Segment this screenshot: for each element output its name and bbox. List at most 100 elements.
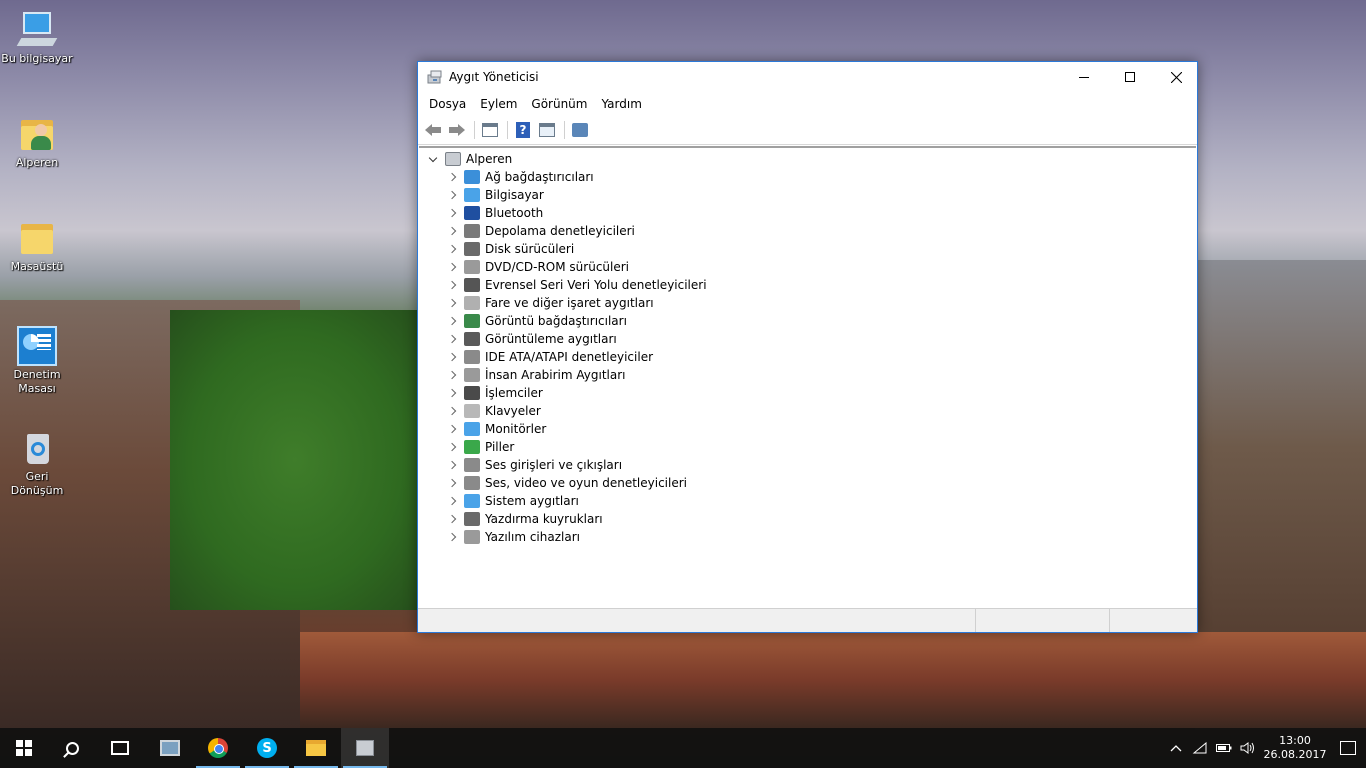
chevron-right-icon[interactable] — [446, 261, 458, 273]
search-icon — [65, 741, 79, 755]
tree-category-row[interactable]: IDE ATA/ATAPI denetleyiciler — [419, 348, 1196, 366]
properties-button[interactable] — [536, 119, 558, 141]
menu-action[interactable]: Eylem — [473, 97, 524, 111]
desktop-icon-control-panel[interactable]: Denetim Masası — [0, 326, 74, 396]
device-tree[interactable]: Alperen Ağ bağdaştırıcıları Bilgisayar Blu… — [419, 146, 1196, 606]
device-category-icon — [464, 386, 480, 400]
tree-category-row[interactable]: Görüntüleme aygıtları — [419, 330, 1196, 348]
device-category-icon — [464, 494, 480, 508]
tree-category-row[interactable]: Monitörler — [419, 420, 1196, 438]
tree-category-row[interactable]: Disk sürücüleri — [419, 240, 1196, 258]
tree-category-row[interactable]: İşlemciler — [419, 384, 1196, 402]
tree-category-row[interactable]: Sistem aygıtları — [419, 492, 1196, 510]
chevron-right-icon[interactable] — [446, 513, 458, 525]
chevron-right-icon[interactable] — [446, 405, 458, 417]
device-category-icon — [464, 278, 480, 292]
tree-category-label: Ses, video ve oyun denetleyicileri — [485, 476, 688, 490]
chevron-right-icon[interactable] — [446, 531, 458, 543]
device-category-icon — [464, 224, 480, 238]
minimize-button[interactable] — [1061, 62, 1107, 92]
tree-category-row[interactable]: Ses, video ve oyun denetleyicileri — [419, 474, 1196, 492]
notification-icon — [1340, 741, 1356, 755]
show-hide-console-tree-button[interactable] — [479, 119, 501, 141]
tree-category-row[interactable]: Bilgisayar — [419, 186, 1196, 204]
volume-button[interactable] — [1236, 728, 1260, 768]
chevron-right-icon[interactable] — [446, 333, 458, 345]
tree-root[interactable]: Alperen — [419, 150, 1196, 168]
chevron-right-icon[interactable] — [446, 243, 458, 255]
task-view-button[interactable] — [96, 728, 144, 768]
taskbar-app-device-manager[interactable] — [341, 728, 389, 768]
maximize-icon — [1125, 72, 1135, 82]
chevron-right-icon[interactable] — [446, 423, 458, 435]
chevron-right-icon[interactable] — [446, 171, 458, 183]
show-hidden-icons-button[interactable] — [1164, 728, 1188, 768]
task-view-icon — [111, 741, 129, 755]
back-button[interactable] — [422, 119, 444, 141]
tree-category-label: IDE ATA/ATAPI denetleyiciler — [485, 350, 654, 364]
chevron-right-icon[interactable] — [446, 369, 458, 381]
tree-category-row[interactable]: Klavyeler — [419, 402, 1196, 420]
chevron-right-icon[interactable] — [446, 315, 458, 327]
tree-category-row[interactable]: İnsan Arabirim Aygıtları — [419, 366, 1196, 384]
tree-category-row[interactable]: Bluetooth — [419, 204, 1196, 222]
close-button[interactable] — [1153, 62, 1199, 92]
tree-category-row[interactable]: Ses girişleri ve çıkışları — [419, 456, 1196, 474]
tree-category-row[interactable]: DVD/CD-ROM sürücüleri — [419, 258, 1196, 276]
chevron-right-icon[interactable] — [446, 351, 458, 363]
control-panel-icon — [17, 326, 57, 366]
maximize-button[interactable] — [1107, 62, 1153, 92]
system-tray: 13:00 26.08.2017 — [1164, 728, 1366, 768]
device-category-icon — [464, 422, 480, 436]
chevron-right-icon[interactable] — [446, 225, 458, 237]
search-button[interactable] — [48, 728, 96, 768]
tree-category-label: Disk sürücüleri — [485, 242, 575, 256]
chevron-right-icon[interactable] — [446, 279, 458, 291]
title-bar[interactable]: Aygıt Yöneticisi — [418, 62, 1197, 93]
help-button[interactable]: ? — [512, 119, 534, 141]
network-button[interactable] — [1188, 728, 1212, 768]
chevron-down-icon[interactable] — [427, 153, 439, 165]
chevron-right-icon[interactable] — [446, 207, 458, 219]
tree-category-row[interactable]: Evrensel Seri Veri Yolu denetleyicileri — [419, 276, 1196, 294]
battery-button[interactable] — [1212, 728, 1236, 768]
desktop-icon-recycle-bin[interactable]: Geri Dönüşüm — [0, 428, 74, 498]
scan-hardware-button[interactable] — [569, 119, 591, 141]
tree-category-row[interactable]: Fare ve diğer işaret aygıtları — [419, 294, 1196, 312]
status-segment — [418, 609, 976, 632]
desktop-icon-this-pc[interactable]: Bu bilgisayar — [0, 10, 74, 66]
tree-category-label: Depolama denetleyicileri — [485, 224, 635, 238]
forward-button[interactable] — [446, 119, 468, 141]
chevron-right-icon[interactable] — [446, 387, 458, 399]
device-manager-window[interactable]: Aygıt Yöneticisi Dosya Eylem Görünüm Yar… — [417, 61, 1198, 633]
menu-help[interactable]: Yardım — [594, 97, 648, 111]
chevron-right-icon[interactable] — [446, 495, 458, 507]
tree-category-row[interactable]: Görüntü bağdaştırıcıları — [419, 312, 1196, 330]
device-category-icon — [464, 296, 480, 310]
chevron-right-icon[interactable] — [446, 441, 458, 453]
menu-file[interactable]: Dosya — [422, 97, 473, 111]
clock-button[interactable]: 13:00 26.08.2017 — [1260, 734, 1330, 762]
start-button[interactable] — [0, 728, 48, 768]
desktop-icon-user-folder[interactable]: Alperen — [0, 114, 74, 170]
chevron-right-icon[interactable] — [446, 297, 458, 309]
tree-category-row[interactable]: Yazılım cihazları — [419, 528, 1196, 546]
taskbar-app-monitor[interactable] — [146, 728, 194, 768]
tree-category-row[interactable]: Yazdırma kuyrukları — [419, 510, 1196, 528]
tree-category-row[interactable]: Piller — [419, 438, 1196, 456]
chevron-right-icon[interactable] — [446, 459, 458, 471]
chevron-right-icon[interactable] — [446, 189, 458, 201]
wallpaper-city-bottom — [300, 632, 1366, 728]
clock-date: 26.08.2017 — [1263, 748, 1327, 761]
device-category-icon — [464, 350, 480, 364]
taskbar-app-chrome[interactable] — [194, 728, 242, 768]
status-segment — [976, 609, 1110, 632]
chevron-right-icon[interactable] — [446, 477, 458, 489]
tree-category-row[interactable]: Ağ bağdaştırıcıları — [419, 168, 1196, 186]
taskbar-app-file-explorer[interactable] — [292, 728, 340, 768]
desktop-icon-desktop-folder[interactable]: Masaüstü — [0, 218, 74, 274]
menu-view[interactable]: Görünüm — [524, 97, 594, 111]
tree-category-row[interactable]: Depolama denetleyicileri — [419, 222, 1196, 240]
action-center-button[interactable] — [1330, 728, 1366, 768]
taskbar-app-skype[interactable]: S — [243, 728, 291, 768]
